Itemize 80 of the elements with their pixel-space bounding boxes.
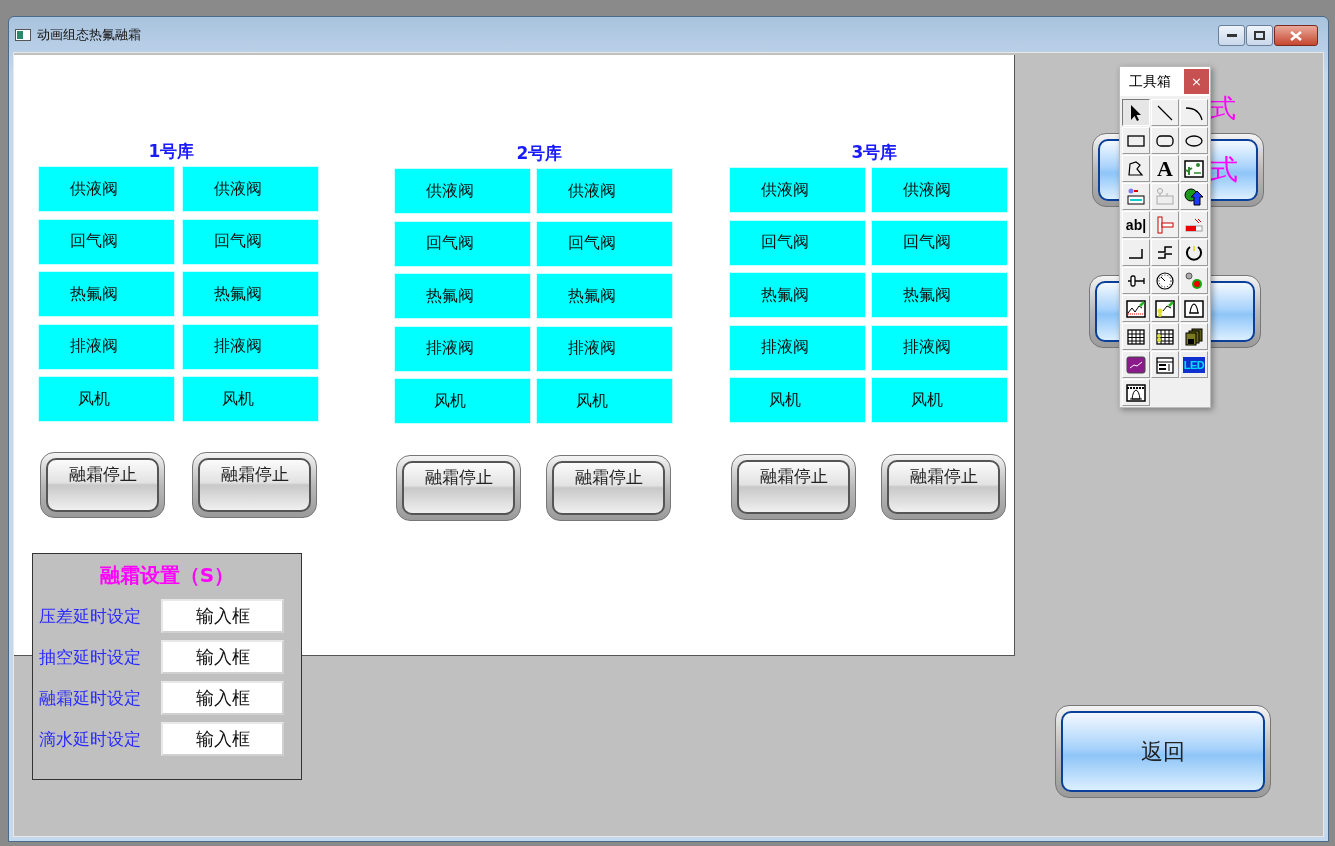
valve-indicator: 排液阀	[536, 325, 673, 372]
valve-indicator: 风机	[38, 376, 175, 422]
tool-button[interactable]	[1122, 99, 1150, 126]
toolbox-title: 工具箱	[1129, 72, 1171, 91]
valve-indicator: 供液阀	[38, 166, 175, 212]
arrow-shape-icon	[1183, 186, 1205, 207]
table-icon	[1154, 326, 1176, 347]
trend-chart-icon	[1154, 298, 1176, 319]
valve-indicator: 回气阀	[729, 219, 866, 266]
valve-indicator: 回气阀	[38, 218, 175, 265]
valve-indicator: 热氟阀	[182, 271, 319, 317]
input-field[interactable]: 输入框	[161, 681, 284, 715]
input-field[interactable]: 输入框	[161, 640, 284, 674]
input-tool[interactable]: ab|	[1122, 211, 1150, 238]
restore-icon	[1254, 31, 1265, 40]
slider-icon	[1154, 214, 1176, 235]
defrost-stop-button[interactable]: 融霜停止	[881, 454, 1006, 520]
field-label: 融霜延时设定	[39, 686, 142, 710]
valve-indicator: 回气阀	[871, 219, 1008, 266]
valve-indicator: 风机	[394, 378, 531, 424]
valve-indicator: 风机	[729, 377, 866, 423]
maximize-button[interactable]	[1246, 25, 1273, 46]
bell-icon	[1125, 382, 1147, 403]
valve-indicator: 排液阀	[182, 323, 319, 370]
floppy-disk-icon	[1183, 326, 1205, 347]
window-icon	[15, 28, 31, 41]
close-icon	[1290, 30, 1302, 41]
panel-title: 融霜设置（S）	[99, 562, 235, 589]
valve-indicator: 回气阀	[182, 218, 319, 265]
gauge-icon	[1154, 270, 1176, 291]
valve-indicator: 排液阀	[394, 325, 531, 372]
valve-indicator: 风机	[536, 378, 673, 424]
trend-chart-icon	[1125, 298, 1147, 319]
defrost-stop-button[interactable]: 融霜停止	[396, 455, 521, 521]
device-icon	[1154, 186, 1176, 207]
valve-indicator: 排液阀	[729, 324, 866, 371]
led-tool[interactable]: LED	[1180, 351, 1208, 378]
valve-indicator: 热氟阀	[871, 272, 1008, 318]
valve-indicator: 回气阀	[536, 220, 673, 267]
close-button[interactable]	[1274, 25, 1318, 46]
valve-indicator: 供液阀	[182, 166, 319, 212]
valve-indicator: 供液阀	[394, 168, 531, 214]
valve-indicator: 风机	[871, 377, 1008, 423]
valve-indicator: 风机	[182, 376, 319, 422]
bell-icon	[1183, 298, 1205, 319]
text-tool[interactable]: A	[1151, 155, 1179, 182]
minimize-icon	[1226, 33, 1237, 38]
device-icon	[1125, 186, 1147, 207]
panel-icon	[1154, 354, 1176, 375]
valve-indicator: 供液阀	[871, 167, 1008, 213]
minimize-button[interactable]	[1218, 25, 1245, 46]
picture-frame-icon	[1183, 158, 1205, 179]
defrost-stop-button[interactable]: 融霜停止	[546, 455, 671, 521]
lamp-icon	[1183, 270, 1205, 291]
section-heading: 式	[1210, 92, 1236, 125]
valve-indicator: 供液阀	[729, 167, 866, 213]
back-button[interactable]: 返回	[1055, 705, 1271, 798]
defrost-stop-button[interactable]: 融霜停止	[192, 452, 317, 518]
valve-indicator: 排液阀	[871, 324, 1008, 371]
valve-indicator: 热氟阀	[729, 272, 866, 318]
storage-title: 2号库	[516, 142, 563, 165]
storage-title: 3号库	[851, 141, 898, 164]
field-label: 压差延时设定	[39, 604, 142, 628]
valve-indicator: 热氟阀	[394, 273, 531, 319]
close-button[interactable]: ×	[1184, 69, 1209, 94]
table-icon	[1125, 326, 1147, 347]
input-field[interactable]: 输入框	[161, 722, 284, 756]
defrost-stop-button[interactable]: 融霜停止	[40, 452, 165, 518]
valve-indicator: 热氟阀	[38, 271, 175, 317]
valve-indicator: 热氟阀	[536, 273, 673, 319]
line-chart-icon	[1125, 354, 1147, 375]
valve-indicator: 回气阀	[394, 220, 531, 267]
storage-title: 1号库	[148, 140, 195, 163]
field-label: 抽空延时设定	[39, 645, 142, 669]
valve-indicator: 供液阀	[536, 168, 673, 214]
window-title: 动画组态热氟融霜	[37, 25, 141, 44]
field-label: 滴水延时设定	[39, 727, 142, 751]
defrost-stop-button[interactable]: 融霜停止	[731, 454, 856, 520]
valve-indicator: 排液阀	[38, 323, 175, 370]
input-field[interactable]: 输入框	[161, 599, 284, 633]
